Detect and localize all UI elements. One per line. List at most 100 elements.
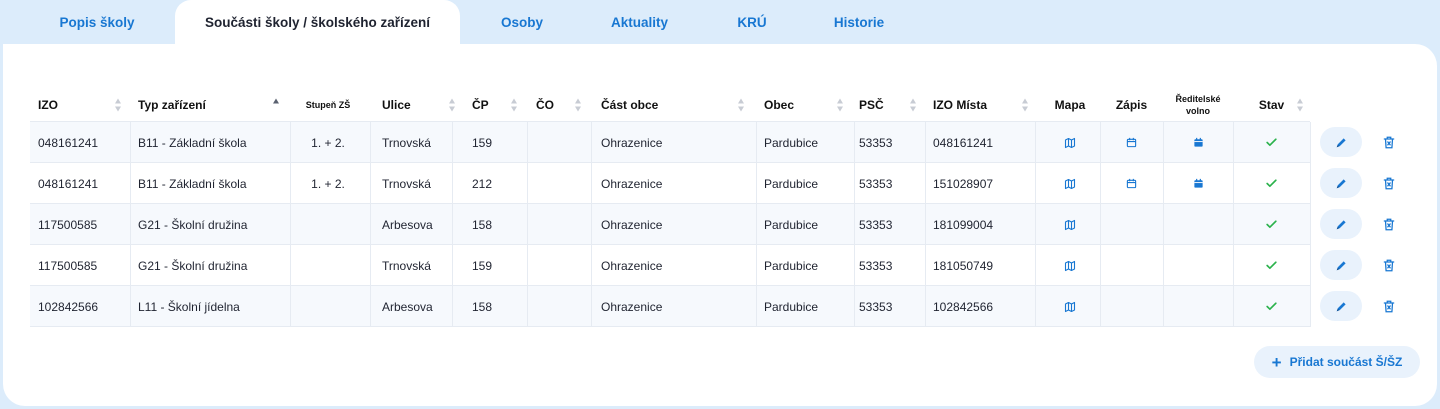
check-icon (1233, 122, 1310, 163)
edit-button[interactable] (1320, 291, 1362, 321)
cell-cp: 158 (472, 217, 493, 232)
cell-cast-obce: Ohrazenice (601, 217, 663, 232)
delete-button[interactable] (1378, 213, 1400, 235)
cell-psc: 53353 (859, 217, 893, 232)
cell-cast-obce: Ohrazenice (601, 176, 663, 191)
cell-obec: Pardubice (764, 135, 819, 150)
trash-icon (1382, 217, 1396, 232)
tab-historie[interactable]: Historie (816, 0, 902, 44)
edit-button[interactable] (1320, 209, 1362, 239)
edit-button[interactable] (1320, 127, 1362, 157)
edit-button[interactable] (1320, 250, 1362, 280)
header-izo-mista-label: IZO Místa (933, 98, 988, 112)
header-psc[interactable]: PSČ (859, 88, 923, 122)
cell-co (536, 286, 588, 327)
calendar-icon[interactable] (1100, 122, 1163, 163)
plus-icon: + (1271, 352, 1282, 372)
column-divider (756, 122, 757, 327)
column-divider (130, 122, 131, 327)
column-divider (1163, 122, 1164, 327)
cell-izo-mista: 181099004 (933, 217, 994, 232)
column-divider (290, 122, 291, 327)
trash-icon (1382, 258, 1396, 273)
header-cast-obce[interactable]: Část obce (601, 88, 751, 122)
add-component-button[interactable]: + Přidat součást Š/ŠZ (1254, 346, 1420, 378)
header-stupen-label: Stupeň ZŠ (305, 100, 351, 110)
check-icon (1233, 163, 1310, 204)
map-icon[interactable] (1040, 245, 1100, 286)
column-divider (1233, 122, 1234, 327)
map-icon[interactable] (1040, 204, 1100, 245)
header-stav-label: Stav (1258, 98, 1285, 112)
cell-ulice: Trnovská (382, 176, 431, 191)
header-ulice[interactable]: Ulice (382, 88, 462, 122)
sort-icon[interactable] (1297, 98, 1304, 112)
cell-izo-mista: 151028907 (933, 176, 994, 191)
pencil-icon (1335, 300, 1348, 313)
tab-popis-skoly[interactable]: Popis školy (38, 0, 156, 44)
cell-obec: Pardubice (764, 258, 819, 273)
header-reditelske-volno: Ředitelské volno (1163, 88, 1233, 122)
header-stupen-zs[interactable]: Stupeň ZŠ (292, 88, 364, 122)
cell-typ: G21 - Školní družina (138, 258, 248, 273)
column-divider (452, 122, 453, 327)
cell-cast-obce: Ohrazenice (601, 258, 663, 273)
sort-icon[interactable] (910, 98, 917, 112)
sort-icon[interactable] (449, 98, 456, 112)
header-izo-mista[interactable]: IZO Místa (933, 88, 1035, 122)
sort-icon[interactable] (511, 98, 518, 112)
cell-izo: 102842566 (38, 299, 99, 314)
edit-button[interactable] (1320, 168, 1362, 198)
column-divider (1100, 122, 1101, 327)
column-divider (925, 122, 926, 327)
header-typ-zarizeni[interactable]: Typ zařízení (138, 88, 286, 122)
delete-button[interactable] (1378, 172, 1400, 194)
check-icon (1233, 204, 1310, 245)
cell-ulice: Arbesova (382, 299, 433, 314)
trash-icon (1382, 176, 1396, 191)
sort-icon[interactable] (575, 98, 582, 112)
cell-izo-mista: 048161241 (933, 135, 994, 150)
tab-aktuality[interactable]: Aktuality (592, 0, 687, 44)
cell-ulice: Trnovská (382, 258, 431, 273)
sort-icon[interactable] (115, 98, 122, 112)
cell-psc: 53353 (859, 135, 893, 150)
cell-psc: 53353 (859, 176, 893, 191)
header-co-label: ČO (536, 98, 554, 112)
map-icon[interactable] (1040, 122, 1100, 163)
header-zapis: Zápis (1100, 88, 1163, 122)
calendar-icon[interactable] (1100, 163, 1163, 204)
header-ulice-label: Ulice (382, 98, 411, 112)
cell-stupen: 1. + 2. (311, 176, 345, 191)
cell-stupen (292, 286, 364, 327)
calendar-filled-icon[interactable] (1163, 163, 1233, 204)
sort-asc-icon[interactable] (273, 98, 280, 112)
calendar-filled-icon[interactable] (1163, 122, 1233, 163)
tab-osoby[interactable]: Osoby (482, 0, 562, 44)
cell-ulice: Arbesova (382, 217, 433, 232)
delete-button[interactable] (1378, 295, 1400, 317)
delete-button[interactable] (1378, 254, 1400, 276)
tab-soucasti-skoly[interactable]: Součásti školy / školského zařízení (175, 0, 460, 44)
header-obec[interactable]: Obec (764, 88, 850, 122)
header-co[interactable]: ČO (536, 88, 588, 122)
cell-typ: B11 - Základní škola (138, 176, 247, 191)
header-cp-label: ČP (472, 98, 489, 112)
map-icon[interactable] (1040, 163, 1100, 204)
map-icon[interactable] (1040, 286, 1100, 327)
cell-psc: 53353 (859, 258, 893, 273)
header-izo[interactable]: IZO (38, 88, 128, 122)
tab-kru[interactable]: KRÚ (722, 0, 782, 44)
cell-izo: 117500585 (38, 217, 98, 232)
sort-icon[interactable] (1022, 98, 1029, 112)
sort-icon[interactable] (837, 98, 844, 112)
sort-icon[interactable] (738, 98, 745, 112)
components-table: IZO Typ zařízení Stupeň ZŠ Ulice ČP ČO Č… (30, 88, 1395, 327)
cell-izo-mista: 102842566 (933, 299, 994, 314)
delete-button[interactable] (1378, 131, 1400, 153)
cell-izo-mista: 181050749 (933, 258, 994, 273)
header-reditelske-label: Ředitelské (1175, 94, 1221, 104)
header-cp[interactable]: ČP (472, 88, 524, 122)
add-component-label: Přidat součást Š/ŠZ (1289, 355, 1403, 369)
header-stav[interactable]: Stav (1233, 88, 1310, 122)
